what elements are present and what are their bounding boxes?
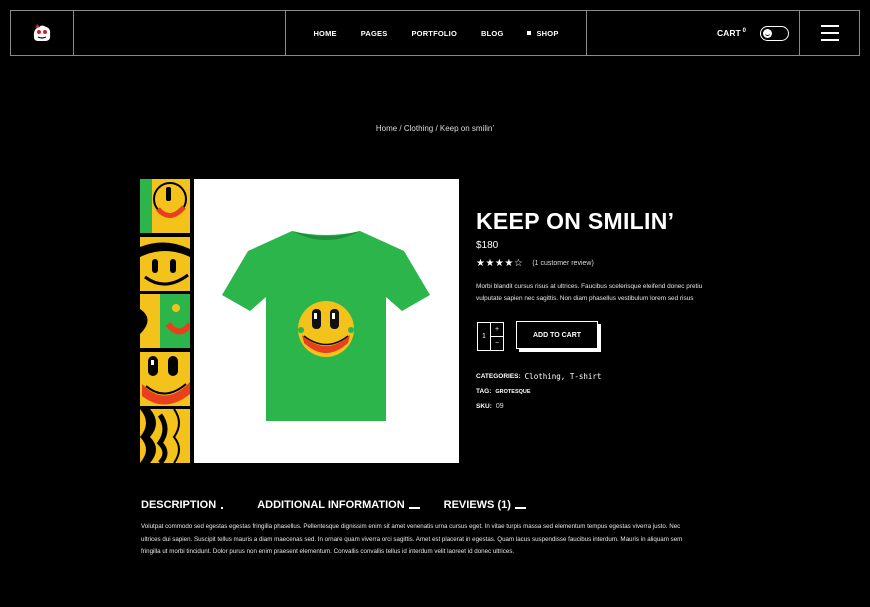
thumbnail-4[interactable] (140, 351, 190, 406)
product-tabs: DESCRIPTION ADDITIONAL INFORMATION REVIE… (141, 499, 526, 511)
header-spacer (74, 11, 286, 55)
breadcrumb: Home / Clothing / Keep on smilin’ (0, 124, 870, 133)
active-tab-indicator (221, 507, 224, 509)
theme-toggle[interactable] (760, 25, 789, 41)
tag-label: TAG: (476, 388, 492, 395)
product-sku: SKU: 09 (476, 403, 504, 410)
nav-home[interactable]: HOME (313, 29, 336, 38)
cart-label: CART (717, 28, 741, 38)
product-rating: ★★★★☆ (1 customer review) (476, 258, 594, 269)
add-to-cart-button[interactable]: ADD TO CART (516, 321, 598, 349)
thumbnail-3[interactable] (140, 294, 190, 348)
tab-additional-information-label: ADDITIONAL INFORMATION (257, 499, 405, 511)
cart-count: 0 (742, 28, 746, 34)
quantity-input[interactable]: 1 (478, 323, 491, 350)
tab-line-icon (408, 506, 420, 509)
tab-reviews-label: REVIEWS (1) (443, 499, 511, 511)
nav-portfolio[interactable]: PORTFOLIO (411, 29, 457, 38)
site-header: HOME PAGES PORTFOLIO BLOG SHOP CART 0 (10, 10, 860, 56)
tab-additional-information[interactable]: ADDITIONAL INFORMATION (257, 499, 420, 511)
tab-line-icon (514, 506, 526, 509)
thumbnail-1[interactable] (140, 179, 190, 233)
breadcrumb-home[interactable]: Home (376, 124, 397, 133)
sku-label: SKU: (476, 403, 492, 410)
thumbnail-5[interactable] (140, 409, 190, 463)
tab-description[interactable]: DESCRIPTION (141, 499, 224, 511)
cart-link[interactable]: CART 0 (717, 28, 746, 38)
nav-shop[interactable]: SHOP (527, 29, 558, 38)
product-thumbnails (140, 179, 190, 463)
star-rating-icon: ★★★★☆ (476, 258, 524, 269)
product-categories: CATEGORIES: Clothing, T-shirt (476, 372, 601, 381)
breadcrumb-current: Keep on smilin’ (439, 124, 495, 133)
active-dot-icon (527, 31, 532, 35)
breadcrumb-category[interactable]: Clothing (404, 124, 433, 133)
menu-cell (800, 11, 859, 55)
product-price: $180 (476, 240, 499, 251)
product-short-description: Morbi blandit cursus risus at ultrices. … (476, 283, 703, 302)
thumbnail-2[interactable] (140, 236, 190, 291)
nav-portfolio-label: PORTFOLIO (411, 28, 458, 38)
nav-pages[interactable]: PAGES (361, 29, 388, 38)
logo-cell (11, 11, 74, 55)
nav-blog[interactable]: BLOG (481, 29, 503, 38)
tag-value[interactable]: GROTESQUE (495, 389, 530, 395)
product-main-image[interactable] (194, 179, 459, 463)
tab-description-label: DESCRIPTION (141, 499, 217, 511)
nav-home-label: HOME (313, 28, 337, 38)
categories-value[interactable]: Clothing, T-shirt (525, 372, 602, 381)
quantity-decrease-button[interactable]: − (491, 337, 503, 350)
nav-pages-label: PAGES (360, 28, 388, 38)
product-description: Volutpat commodo sed egestas egestas fri… (141, 523, 683, 555)
sku-value: 09 (495, 403, 504, 410)
categories-label: CATEGORIES: (476, 373, 521, 380)
logo-icon[interactable] (29, 20, 55, 46)
tshirt-image (222, 231, 430, 421)
breadcrumb-separator: / (397, 124, 404, 133)
tab-reviews[interactable]: REVIEWS (1) (444, 499, 526, 511)
customer-review-link[interactable]: (1 customer review) (532, 260, 593, 267)
quantity-increase-button[interactable]: + (491, 323, 503, 337)
nav-blog-label: BLOG (481, 28, 504, 38)
cart-cell: CART 0 (587, 11, 800, 55)
main-nav: HOME PAGES PORTFOLIO BLOG SHOP (286, 11, 587, 55)
hamburger-menu-icon[interactable] (820, 25, 839, 41)
nav-shop-label: SHOP (536, 28, 559, 38)
product-title: KEEP ON SMILIN’ (476, 208, 675, 234)
quantity-stepper: 1 + − (477, 322, 504, 351)
product-tag: TAG: GROTESQUE (476, 388, 531, 395)
breadcrumb-separator: / (433, 124, 440, 133)
smiley-icon (763, 28, 772, 38)
